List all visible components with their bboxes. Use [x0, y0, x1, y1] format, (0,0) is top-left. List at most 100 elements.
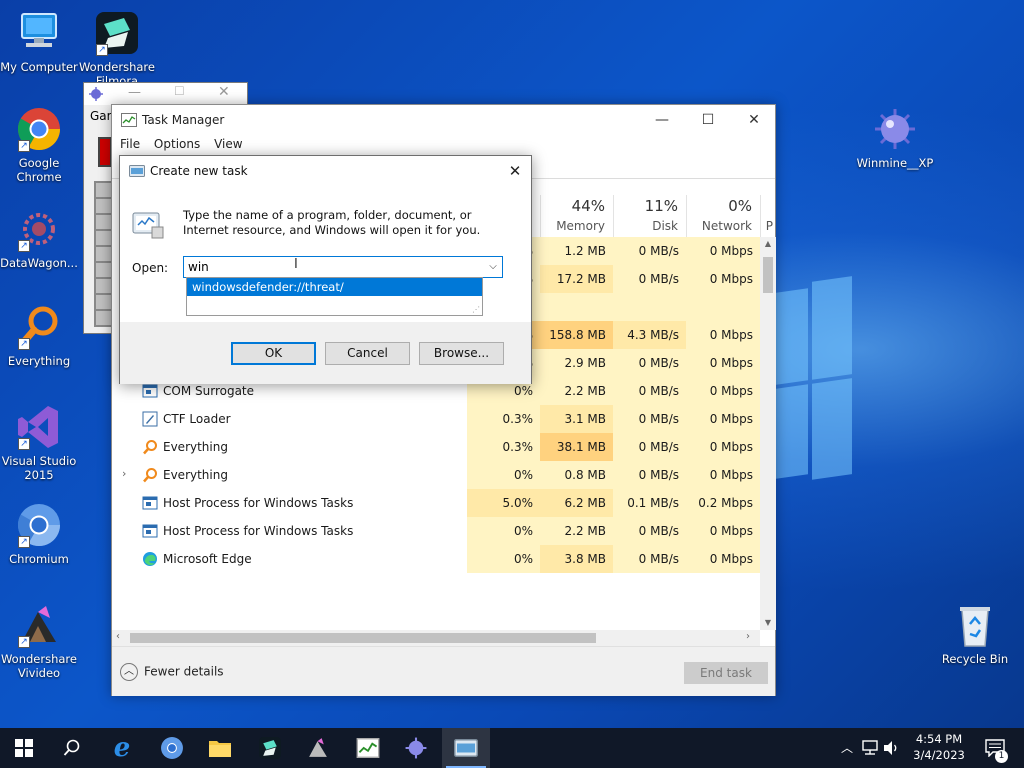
minimize-icon[interactable]: — — [639, 105, 685, 135]
mine-icon — [405, 737, 427, 759]
desktop-icon-vivideo[interactable]: ↗ Wondershare Vivideo — [0, 602, 78, 680]
desktop-icon-visual-studio[interactable]: ↗ Visual Studio 2015 — [0, 404, 78, 482]
network-cell: 0 Mbps — [686, 461, 760, 489]
taskbar-ie[interactable]: e — [98, 728, 146, 768]
task-manager-title: Task Manager — [142, 113, 225, 127]
network-cell: 0 Mbps — [686, 237, 760, 265]
column-memory[interactable]: 44% Memory — [540, 195, 613, 237]
taskbar-clock[interactable]: 4:54 PM 3/4/2023 — [898, 731, 980, 763]
disk-cell: 0 MB/s — [613, 433, 686, 461]
create-new-task-dialog[interactable]: Create new task ✕ Type the name of a pro… — [119, 155, 532, 384]
horizontal-scrollbar[interactable]: ‹ › — [112, 630, 760, 646]
expand-chevron-icon[interactable]: › — [122, 467, 126, 480]
desktop-icon-winmine[interactable]: Winmine__XP — [856, 106, 934, 170]
cancel-button[interactable]: Cancel — [325, 342, 410, 365]
shortcut-arrow-icon: ↗ — [18, 338, 30, 350]
browse-button[interactable]: Browse... — [419, 342, 504, 365]
network-tray-button[interactable] — [860, 728, 880, 768]
taskbar-task-manager[interactable] — [344, 728, 392, 768]
disk-cell: 0.1 MB/s — [613, 489, 686, 517]
show-hidden-icons-button[interactable]: ︿ — [838, 728, 856, 768]
desktop-icon-chromium[interactable]: ↗ Chromium — [0, 502, 78, 566]
dialog-description: Type the name of a program, folder, docu… — [183, 208, 481, 237]
chevron-up-icon: ︿ — [840, 741, 853, 755]
process-row[interactable]: Host Process for Windows Tasks 0% 2.2 MB 0 … — [112, 517, 760, 545]
column-network[interactable]: 0% Network — [686, 195, 760, 237]
column-disk[interactable]: 11% Disk — [613, 195, 686, 237]
open-input[interactable] — [184, 257, 480, 277]
desktop-icon-my-computer[interactable]: My Computer — [0, 10, 78, 74]
autocomplete-item[interactable]: windowsdefender://threat/ — [187, 278, 482, 296]
scroll-right-icon[interactable]: › — [746, 631, 750, 642]
taskbar-run-dialog[interactable] — [442, 728, 490, 768]
game-window-titlebar[interactable]: — ☐ ✕ — [84, 83, 247, 105]
memory-cell — [540, 293, 613, 321]
menu-view[interactable]: View — [214, 135, 242, 151]
maximize-icon[interactable]: ☐ — [685, 105, 731, 135]
start-button[interactable] — [0, 728, 48, 768]
vertical-scrollbar[interactable]: ▲ ▼ — [760, 237, 776, 630]
fewer-details-button[interactable]: ︿ Fewer details — [120, 663, 224, 681]
dialog-titlebar[interactable]: Create new task ✕ — [120, 156, 531, 187]
memory-cell: 3.8 MB — [540, 545, 613, 573]
minimize-icon[interactable]: — — [128, 85, 141, 100]
desktop-icon-label: My Computer — [0, 60, 78, 74]
process-row[interactable]: Everything 0.3% 38.1 MB 0 MB/s 0 Mbps — [112, 433, 760, 461]
scroll-thumb[interactable] — [130, 633, 596, 643]
open-combobox[interactable]: ⌵ — [183, 256, 503, 278]
process-row[interactable]: › Everything 0% 0.8 MB 0 MB/s 0 Mbps — [112, 461, 760, 489]
taskbar-filmora[interactable] — [246, 728, 294, 768]
filmora-icon: ↗ — [94, 10, 140, 56]
resize-grip-icon[interactable]: ⋰ — [472, 305, 480, 314]
network-cell: 0 Mbps — [686, 517, 760, 545]
cpu-cell: 0% — [467, 461, 540, 489]
taskbar-chromium[interactable] — [148, 728, 196, 768]
magnifier-icon — [142, 467, 158, 483]
scroll-thumb[interactable] — [763, 257, 773, 293]
menu-file[interactable]: File — [120, 135, 140, 151]
taskbar-winmine[interactable] — [392, 728, 440, 768]
process-row[interactable]: Host Process for Windows Tasks 5.0% 6.2 MB… — [112, 489, 760, 517]
desktop-icon-recycle-bin[interactable]: Recycle Bin — [936, 602, 1014, 666]
network-cell: 0.2 Mbps — [686, 489, 760, 517]
close-icon[interactable]: ✕ — [499, 156, 531, 187]
taskbar-search-button[interactable] — [48, 728, 96, 768]
process-row[interactable]: Microsoft Edge 0% 3.8 MB 0 MB/s 0 Mbps — [112, 545, 760, 573]
process-row[interactable]: CTF Loader 0.3% 3.1 MB 0 MB/s 0 Mbps — [112, 405, 760, 433]
action-center-button[interactable]: 1 — [980, 728, 1010, 768]
ok-button[interactable]: OK — [231, 342, 316, 365]
process-name: Host Process for Windows Tasks — [163, 496, 354, 510]
desktop-icon-chrome[interactable]: ↗ Google Chrome — [0, 106, 78, 184]
close-icon[interactable]: ✕ — [731, 105, 777, 135]
close-icon[interactable]: ✕ — [218, 84, 230, 100]
network-cell — [686, 293, 760, 321]
scroll-up-icon[interactable]: ▲ — [760, 237, 776, 251]
autocomplete-dropdown: windowsdefender://threat/ ⋰ — [186, 277, 483, 316]
magnifier-icon: ↗ — [16, 304, 62, 350]
scroll-down-icon[interactable]: ▼ — [760, 616, 776, 630]
scroll-left-icon[interactable]: ‹ — [116, 631, 120, 642]
shortcut-arrow-icon: ↗ — [18, 140, 30, 152]
taskbar: e ︿ 4:54 PM 3/4/2023 1 — [0, 728, 1024, 768]
task-manager-titlebar[interactable]: Task Manager — ☐ ✕ — [112, 105, 775, 135]
menu-options[interactable]: Options — [154, 135, 200, 151]
desktop-icon-everything[interactable]: ↗ Everything — [0, 304, 78, 368]
process-name: Host Process for Windows Tasks — [163, 524, 354, 538]
desktop-icon-datawagon[interactable]: ↗ DataWagon... — [0, 206, 78, 270]
column-power-partial[interactable]: P — [760, 195, 775, 237]
end-task-button[interactable]: End task — [684, 662, 768, 684]
maximize-icon[interactable]: ☐ — [174, 84, 185, 98]
memory-cell: 2.2 MB — [540, 377, 613, 405]
process-name: CTF Loader — [163, 412, 231, 426]
desktop-icon-label: DataWagon... — [0, 256, 78, 270]
text-cursor-icon: I — [294, 257, 298, 272]
datawagon-icon: ↗ — [16, 206, 62, 252]
chevron-down-icon[interactable]: ⌵ — [486, 260, 500, 274]
memory-cell: 6.2 MB — [540, 489, 613, 517]
process-name: Everything — [163, 440, 228, 454]
taskbar-vivideo[interactable] — [294, 728, 342, 768]
taskbar-file-explorer[interactable] — [196, 728, 244, 768]
desktop-icon-filmora[interactable]: ↗ Wondershare Filmora — [78, 10, 156, 86]
clock-time: 4:54 PM — [915, 732, 963, 746]
memory-cell: 1.2 MB — [540, 237, 613, 265]
